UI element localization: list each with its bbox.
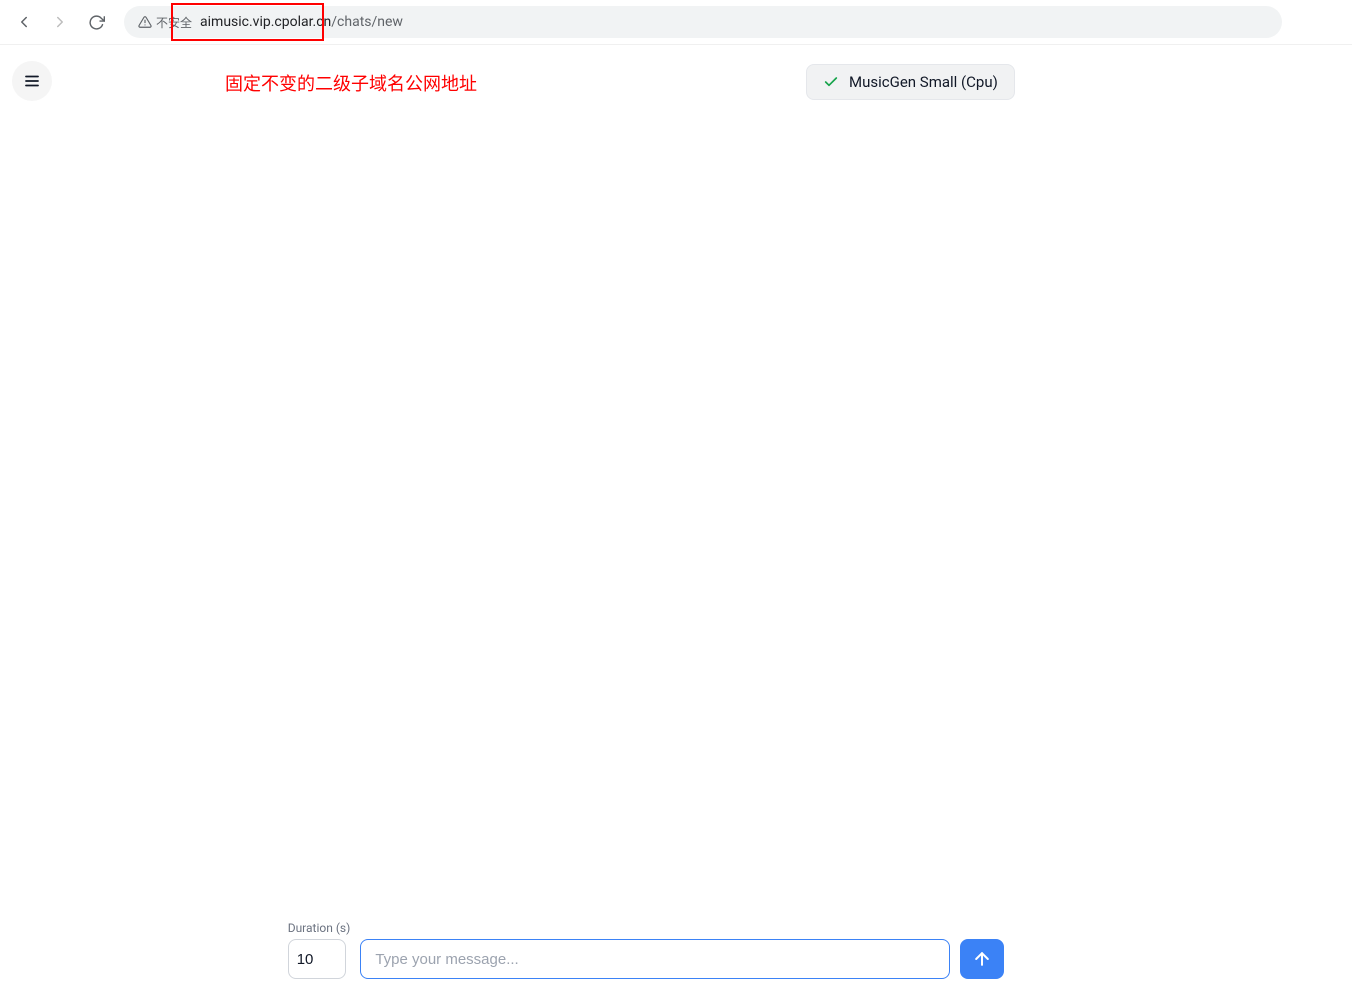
hamburger-icon — [23, 72, 41, 90]
check-icon — [823, 74, 839, 90]
url-host: aimusic.vip.cpolar.cn — [200, 14, 331, 30]
composer: Duration (s) — [0, 921, 1352, 979]
duration-label: Duration (s) — [288, 921, 351, 935]
duration-group: Duration (s) — [288, 921, 351, 979]
security-label: 不安全 — [156, 14, 192, 31]
back-arrow-icon — [15, 13, 33, 31]
model-selector[interactable]: MusicGen Small (Cpu) — [806, 64, 1015, 100]
app-header — [0, 45, 1352, 101]
annotation-label: 固定不变的二级子域名公网地址 — [225, 70, 477, 96]
browser-toolbar: 不安全 aimusic.vip.cpolar.cn/chats/new — [0, 0, 1352, 45]
forward-arrow-icon — [51, 13, 69, 31]
reload-button[interactable] — [82, 8, 110, 36]
arrow-up-icon — [972, 949, 992, 969]
model-label: MusicGen Small (Cpu) — [849, 73, 998, 91]
warning-triangle-icon — [138, 15, 152, 29]
url-path: /chats/new — [331, 14, 403, 30]
url-text: aimusic.vip.cpolar.cn/chats/new — [200, 14, 403, 30]
message-input[interactable] — [360, 939, 950, 979]
reload-icon — [88, 14, 105, 31]
back-button[interactable] — [10, 8, 38, 36]
menu-button[interactable] — [12, 61, 52, 101]
forward-button[interactable] — [46, 8, 74, 36]
security-indicator: 不安全 — [138, 14, 192, 31]
duration-input[interactable] — [288, 939, 346, 979]
address-bar[interactable]: 不安全 aimusic.vip.cpolar.cn/chats/new — [124, 6, 1282, 38]
send-button[interactable] — [960, 939, 1004, 979]
chat-content-area — [0, 110, 1352, 911]
